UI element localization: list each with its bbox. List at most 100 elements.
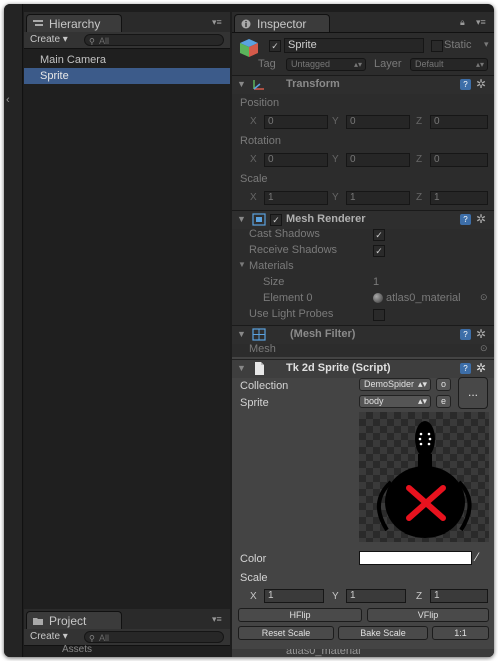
collection-open-button[interactable]: o [436,378,451,391]
button-label: 1:1 [454,628,467,638]
foldout-arrow-icon[interactable]: ▼ [237,329,246,339]
tk2d-sprite-header[interactable]: ▼ Tk 2d Sprite (Script) ? ✲ [232,359,494,378]
hierarchy-item-sprite[interactable]: Sprite [24,68,230,84]
foldout-arrow-icon[interactable]: ▼ [237,79,246,89]
foldout-arrow-icon[interactable]: ▼ [237,214,246,224]
gear-icon[interactable]: ✲ [476,212,486,226]
collapse-arrow-icon[interactable]: ‹ [6,94,10,106]
rotation-label: Rotation [240,135,281,147]
static-checkbox[interactable] [431,40,443,52]
project-toolbar: Create ▾ ⚲ All [24,629,230,646]
scale-z-field[interactable]: 1 [430,191,488,205]
gear-icon[interactable]: ✲ [476,77,486,91]
sprite-dropdown[interactable]: body ▴▾ [359,395,431,408]
chevron-down-icon: ▴▾ [353,60,362,69]
panel-menu-icon[interactable]: ▾≡ [212,614,222,625]
panel-menu-icon[interactable]: ▾≡ [212,17,222,28]
help-icon[interactable]: ? [460,79,471,90]
collection-dropdown[interactable]: DemoSpider ▴▾ [359,378,431,391]
object-picker-icon[interactable]: ⊙ [480,292,488,303]
axis-z-label: Z [416,192,423,203]
create-dropdown[interactable]: Create ▾ [30,631,68,642]
hflip-button[interactable]: HFlip [238,608,362,622]
project-panel: Project ▾≡ Create ▾ ⚲ All Assets [24,609,230,657]
tk2d-scale-y-field[interactable]: 1 [346,589,406,603]
sprite-browse-button[interactable]: ... [458,377,488,409]
search-placeholder: All [99,633,110,643]
sprite-edit-button[interactable]: e [436,395,451,408]
static-dropdown-icon[interactable]: ▾ [484,39,489,50]
mesh-renderer-header[interactable]: ▼ ✓ Mesh Renderer ? ✲ [232,210,494,229]
object-picker-icon[interactable]: ⊙ [480,343,488,354]
scale-y-field[interactable]: 1 [346,191,410,205]
use-light-probes-checkbox[interactable] [373,309,385,321]
scale-x-field[interactable]: 1 [264,191,328,205]
mesh-renderer-enabled-checkbox[interactable]: ✓ [270,214,282,226]
layer-dropdown[interactable]: Default ▴▾ [410,58,488,71]
spider-body-preview-image [377,421,472,538]
axis-x-label: X [250,591,257,602]
color-swatch-field[interactable] [359,551,472,565]
static-label: Static [444,39,472,51]
transform-header[interactable]: ▼ Transform ? ✲ [232,75,494,94]
mesh-filter-title: (Mesh Filter) [290,328,356,340]
receive-shadows-checkbox[interactable]: ✓ [373,245,385,257]
button-label: HFlip [289,610,311,620]
help-icon[interactable]: ? [460,363,471,374]
element0-label: Element 0 [263,292,313,304]
tab-hierarchy[interactable]: Hierarchy [26,14,122,32]
element0-value[interactable]: atlas0_material [386,292,461,304]
lock-icon[interactable]: 🔒︎ [460,17,465,28]
object-name-field[interactable]: Sprite [284,38,424,53]
foldout-arrow-icon[interactable]: ▼ [238,260,246,269]
axis-y-label: Y [332,192,339,203]
tk2d-scale-x-field[interactable]: 1 [264,589,324,603]
list-icon [33,20,43,26]
active-checkbox[interactable]: ✓ [269,40,281,52]
tab-project[interactable]: Project [26,611,122,629]
axis-z-label: Z [416,154,423,165]
use-light-probes-label: Use Light Probes [249,308,334,320]
hierarchy-item-main-camera[interactable]: Main Camera [24,52,230,68]
size-value[interactable]: 1 [373,276,379,288]
eyedropper-icon[interactable]: ⁄ [476,550,478,564]
collection-label: Collection [240,380,289,392]
mesh-renderer-title: Mesh Renderer [286,213,366,225]
tag-dropdown[interactable]: Untagged ▴▾ [286,58,366,71]
material-footer: atlas0_material [232,649,494,657]
bake-scale-button[interactable]: Bake Scale [338,626,428,640]
hierarchy-search-input[interactable]: ⚲ All [84,34,224,46]
project-item-assets[interactable]: Assets [24,645,230,655]
button-label: e [440,396,446,406]
position-y-field[interactable]: 0 [346,115,410,129]
panel-menu-icon[interactable]: ▾≡ [476,17,486,28]
receive-shadows-label: Receive Shadows [249,244,338,256]
help-icon[interactable]: ? [460,214,471,225]
create-dropdown[interactable]: Create ▾ [30,34,68,45]
cast-shadows-label: Cast Shadows [249,228,320,240]
rotation-y-field[interactable]: 0 [346,153,410,167]
tk2d-scale-z-field[interactable]: 1 [430,589,488,603]
rotation-x-field[interactable]: 0 [264,153,328,167]
gear-icon[interactable]: ✲ [476,327,486,341]
hierarchy-panel: Hierarchy ▾≡ Create ▾ ⚲ All Main Camera … [24,12,230,609]
project-search-input[interactable]: ⚲ All [84,631,224,643]
mesh-filter-header[interactable]: ▼ (Mesh Filter) ? ✲ [232,325,494,344]
field-value: 1 [434,192,440,203]
gear-icon[interactable]: ✲ [476,361,486,375]
tab-hierarchy-label: Hierarchy [49,17,101,31]
gameobject-cube-icon [240,39,258,57]
reset-scale-button[interactable]: Reset Scale [238,626,334,640]
help-icon[interactable]: ? [460,329,471,340]
button-label: VFlip [417,610,439,620]
vflip-button[interactable]: VFlip [367,608,489,622]
foldout-arrow-icon[interactable]: ▼ [237,363,246,373]
hierarchy-item-label: Sprite [40,70,69,82]
rotation-z-field[interactable]: 0 [430,153,488,167]
one-to-one-button[interactable]: 1:1 [432,626,489,640]
chevron-down-icon: ▴▾ [417,396,427,406]
position-x-field[interactable]: 0 [264,115,328,129]
cast-shadows-checkbox[interactable]: ✓ [373,229,385,241]
tab-inspector[interactable]: Inspector [234,14,330,32]
position-z-field[interactable]: 0 [430,115,488,129]
